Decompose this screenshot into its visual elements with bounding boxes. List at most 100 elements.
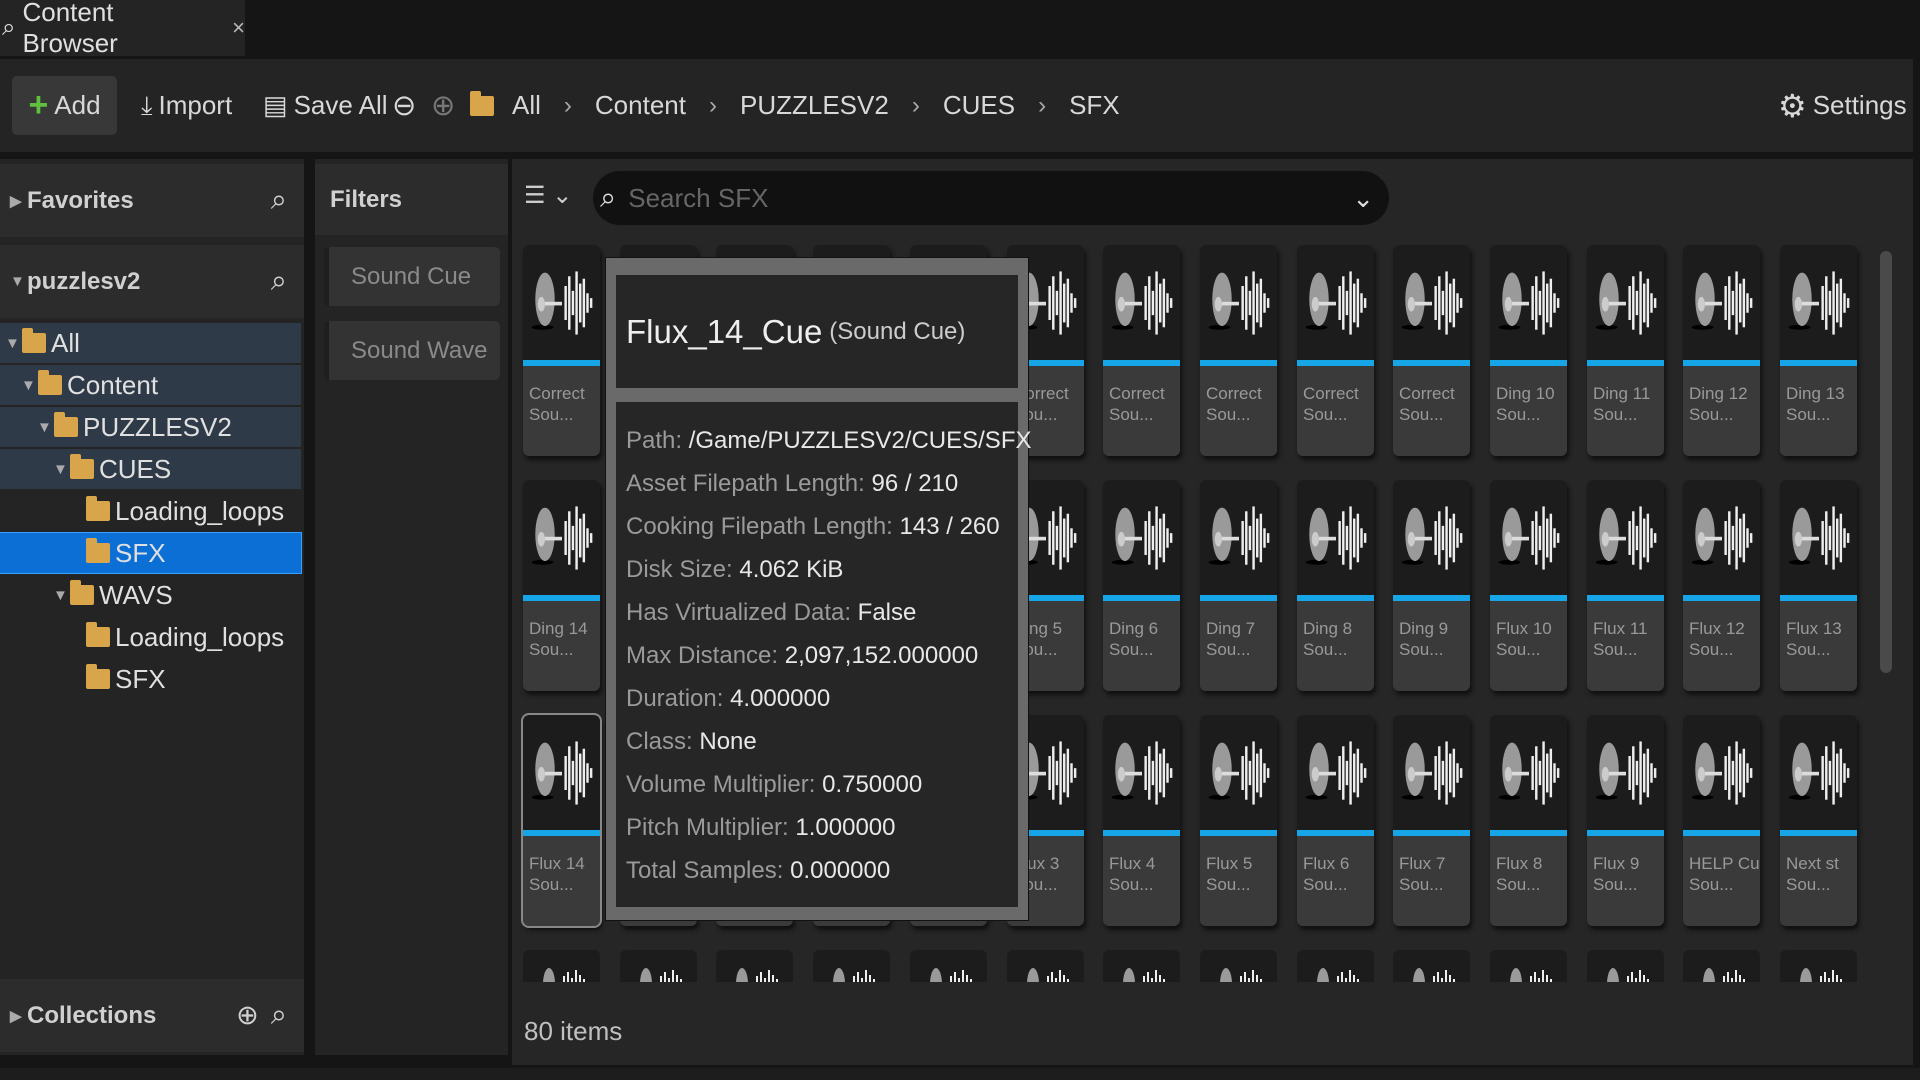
breadcrumb-item[interactable]: Content bbox=[595, 90, 686, 121]
sound-cue-icon bbox=[736, 968, 778, 982]
asset-tile[interactable]: Ding 6 Sou... bbox=[1103, 480, 1180, 691]
folder-tree-item[interactable]: ▼ All bbox=[0, 323, 301, 363]
asset-tile[interactable] bbox=[813, 950, 890, 982]
collections-header[interactable]: ▶ Collections ⊕ ⌕ bbox=[0, 979, 304, 1052]
asset-thumbnail bbox=[523, 715, 600, 830]
asset-tile[interactable]: Flux 13 Sou... bbox=[1780, 480, 1857, 691]
sound-cue-icon bbox=[930, 968, 972, 982]
asset-tile[interactable] bbox=[523, 950, 600, 982]
sound-cue-icon bbox=[640, 968, 682, 982]
asset-tile[interactable]: Ding 10 Sou... bbox=[1490, 245, 1567, 456]
sound-cue-icon bbox=[1788, 505, 1849, 570]
asset-thumbnail bbox=[1490, 245, 1567, 360]
folder-icon bbox=[470, 90, 494, 116]
asset-tile[interactable]: Correct Sou... bbox=[523, 245, 600, 456]
collapse-arrow-icon[interactable]: ▼ bbox=[53, 461, 70, 478]
search-input[interactable]: ⌕ Search SFX ⌄ bbox=[593, 171, 1389, 225]
folder-tree-item[interactable]: SFX bbox=[0, 532, 302, 574]
asset-tile[interactable] bbox=[1683, 950, 1760, 982]
collapse-arrow-icon[interactable]: ▼ bbox=[53, 587, 70, 604]
asset-tile[interactable]: Flux 8 Sou... bbox=[1490, 715, 1567, 926]
asset-tile[interactable] bbox=[1587, 950, 1664, 982]
search-icon[interactable]: ⌕ bbox=[271, 999, 287, 1032]
asset-tile[interactable] bbox=[1200, 950, 1277, 982]
folder-tree-item[interactable]: ▼ WAVS bbox=[0, 575, 301, 615]
asset-tile[interactable]: Ding 8 Sou... bbox=[1297, 480, 1374, 691]
tooltip-row: Has Virtualized Data: False bbox=[626, 591, 1008, 634]
asset-tile[interactable]: Correct Sou... bbox=[1297, 245, 1374, 456]
asset-tile[interactable]: Ding 13 Sou... bbox=[1780, 245, 1857, 456]
asset-tile[interactable]: Flux 4 Sou... bbox=[1103, 715, 1180, 926]
breadcrumb-item[interactable]: All bbox=[512, 90, 541, 121]
asset-tile[interactable]: Correct Sou... bbox=[1103, 245, 1180, 456]
collapse-arrow-icon[interactable]: ▼ bbox=[21, 377, 38, 394]
close-tab-icon[interactable]: × bbox=[232, 15, 245, 41]
folder-tree-item[interactable]: ▼ PUZZLESV2 bbox=[0, 407, 301, 447]
asset-tile[interactable]: Correct Sou... bbox=[1200, 245, 1277, 456]
asset-tile[interactable]: HELP Cue Sou... bbox=[1683, 715, 1760, 926]
asset-tile[interactable] bbox=[1007, 950, 1084, 982]
asset-tile[interactable]: Correct Sou... bbox=[1393, 245, 1470, 456]
add-button[interactable]: + Add bbox=[12, 76, 117, 135]
asset-tile[interactable] bbox=[620, 950, 697, 982]
favorites-header[interactable]: ▶ Favorites ⌕ bbox=[0, 164, 304, 237]
asset-thumbnail bbox=[1103, 715, 1180, 830]
asset-tile[interactable] bbox=[1490, 950, 1567, 982]
save-all-button[interactable]: ▤ Save All bbox=[263, 76, 388, 135]
project-header[interactable]: ▼ puzzlesv2 ⌕ bbox=[0, 245, 304, 318]
asset-tile[interactable]: Ding 9 Sou... bbox=[1393, 480, 1470, 691]
folder-tree-item[interactable]: ▼ CUES bbox=[0, 449, 301, 489]
chevron-down-icon: ⌄ bbox=[552, 182, 573, 209]
asset-tile[interactable] bbox=[1103, 950, 1180, 982]
asset-tile[interactable]: Flux 5 Sou... bbox=[1200, 715, 1277, 926]
asset-tile[interactable]: Flux 12 Sou... bbox=[1683, 480, 1760, 691]
back-button[interactable]: ⊖ bbox=[392, 76, 416, 135]
breadcrumb-item[interactable]: SFX bbox=[1069, 90, 1120, 121]
import-button[interactable]: ⤓ Import bbox=[141, 76, 232, 135]
asset-tile[interactable]: Ding 11 Sou... bbox=[1587, 245, 1664, 456]
scrollbar[interactable] bbox=[1880, 251, 1892, 673]
filter-dropdown-button[interactable]: ☰ ⌄ bbox=[524, 181, 572, 210]
tooltip-value: 0.000000 bbox=[790, 857, 891, 884]
search-icon[interactable]: ⌕ bbox=[271, 265, 287, 298]
sound-cue-icon bbox=[1510, 968, 1552, 982]
breadcrumb-separator-icon: › bbox=[1038, 91, 1047, 119]
asset-tile[interactable]: Flux 7 Sou... bbox=[1393, 715, 1470, 926]
asset-tile[interactable]: Flux 11 Sou... bbox=[1587, 480, 1664, 691]
sound-cue-icon bbox=[1703, 968, 1745, 982]
folder-tree-item[interactable]: Loading_loops bbox=[0, 491, 301, 531]
search-icon[interactable]: ⌕ bbox=[271, 184, 287, 217]
asset-tile[interactable]: Flux 6 Sou... bbox=[1297, 715, 1374, 926]
asset-thumbnail bbox=[1297, 245, 1374, 360]
asset-tile[interactable] bbox=[1780, 950, 1857, 982]
breadcrumb-item[interactable]: PUZZLESV2 bbox=[740, 90, 889, 121]
asset-tile[interactable]: Ding 7 Sou... bbox=[1200, 480, 1277, 691]
settings-button[interactable]: ⚙ Settings bbox=[1778, 76, 1907, 135]
asset-tile[interactable]: Flux 9 Sou... bbox=[1587, 715, 1664, 926]
asset-tile[interactable]: Flux 10 Sou... bbox=[1490, 480, 1567, 691]
plus-icon: + bbox=[28, 86, 49, 124]
folder-icon bbox=[86, 496, 110, 521]
filter-chip-sound-cue[interactable]: Sound Cue bbox=[324, 247, 500, 306]
asset-tile[interactable] bbox=[716, 950, 793, 982]
sources-panel: ▶ Favorites ⌕ ▼ puzzlesv2 ⌕ ▼ All ▼ Content ▼ PUZ… bbox=[0, 159, 304, 1055]
breadcrumb-item[interactable]: CUES bbox=[943, 90, 1015, 121]
filter-chip-sound-wave[interactable]: Sound Wave bbox=[324, 321, 500, 380]
folder-tree-item[interactable]: SFX bbox=[0, 659, 301, 699]
asset-tile[interactable] bbox=[1393, 950, 1470, 982]
forward-button[interactable]: ⊕ bbox=[431, 76, 455, 135]
tab-content-browser[interactable]: ⌕ Content Browser × bbox=[0, 0, 245, 58]
chevron-down-icon[interactable]: ⌄ bbox=[1352, 183, 1374, 214]
folder-tree-item[interactable]: ▼ Content bbox=[0, 365, 301, 405]
asset-tile[interactable] bbox=[910, 950, 987, 982]
asset-tile[interactable]: Flux 14 Sou... bbox=[521, 713, 602, 928]
add-collection-icon[interactable]: ⊕ bbox=[236, 1000, 259, 1031]
collapse-arrow-icon[interactable]: ▼ bbox=[5, 335, 22, 352]
folder-tree-item[interactable]: Loading_loops bbox=[0, 617, 301, 657]
asset-tile[interactable]: Ding 14 Sou... bbox=[523, 480, 600, 691]
asset-tile[interactable]: Next st Sou... bbox=[1780, 715, 1857, 926]
asset-tile[interactable] bbox=[1297, 950, 1374, 982]
collapse-arrow-icon[interactable]: ▼ bbox=[37, 419, 54, 436]
sound-cue-icon bbox=[1691, 740, 1752, 805]
asset-tile[interactable]: Ding 12 Sou... bbox=[1683, 245, 1760, 456]
